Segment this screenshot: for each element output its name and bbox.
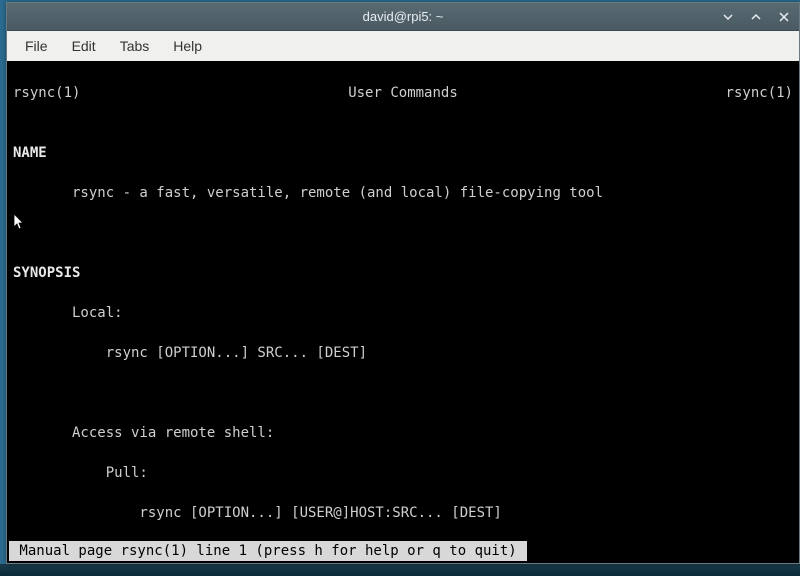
blank-line	[13, 383, 793, 403]
menu-edit[interactable]: Edit	[62, 34, 106, 58]
synopsis-pull1: Pull:	[13, 463, 793, 483]
synopsis-local-label: Local:	[13, 303, 793, 323]
close-button[interactable]	[775, 8, 793, 26]
synopsis-remote-label: Access via remote shell:	[13, 423, 793, 443]
man-header-center: User Commands	[348, 83, 458, 103]
section-name: NAME	[13, 143, 793, 163]
man-header: rsync(1) User Commands rsync(1)	[13, 83, 793, 103]
blank-line	[13, 223, 793, 243]
man-header-right: rsync(1)	[726, 83, 793, 103]
window-controls	[719, 3, 793, 30]
minimize-button[interactable]	[719, 8, 737, 26]
terminal-viewport[interactable]: rsync(1) User Commands rsync(1) NAME rsync…	[7, 61, 799, 563]
window-title: david@rpi5: ~	[363, 9, 444, 24]
menu-help[interactable]: Help	[163, 34, 212, 58]
maximize-button[interactable]	[747, 8, 765, 26]
desktop-background-strip	[0, 564, 800, 576]
man-status-line: Manual page rsync(1) line 1 (press h for…	[9, 541, 527, 561]
section-synopsis: SYNOPSIS	[13, 263, 793, 283]
synopsis-pull1-cmd: rsync [OPTION...] [USER@]HOST:SRC... [DE…	[13, 503, 793, 523]
man-header-left: rsync(1)	[13, 83, 80, 103]
terminal-window: david@rpi5: ~ File Edit Tabs Help rsync(…	[6, 2, 800, 564]
synopsis-local-cmd: rsync [OPTION...] SRC... [DEST]	[13, 343, 793, 363]
titlebar[interactable]: david@rpi5: ~	[7, 3, 799, 31]
menubar: File Edit Tabs Help	[7, 31, 799, 61]
name-line: rsync - a fast, versatile, remote (and l…	[13, 183, 793, 203]
menu-tabs[interactable]: Tabs	[110, 34, 160, 58]
menu-file[interactable]: File	[15, 34, 58, 58]
